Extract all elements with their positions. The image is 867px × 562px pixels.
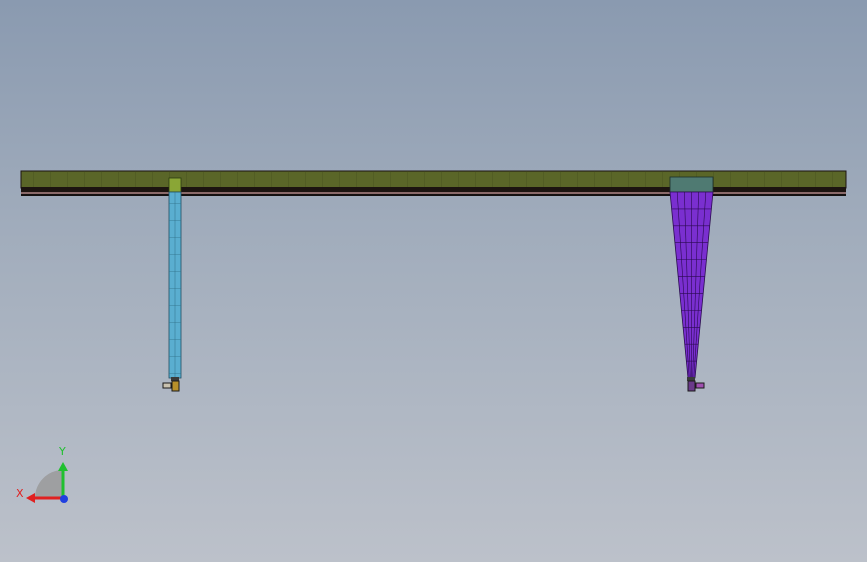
triad-y-label: Y bbox=[58, 445, 66, 458]
triad-x-arrow bbox=[26, 493, 35, 503]
girder-rail-edge bbox=[21, 194, 846, 196]
model-scene[interactable]: X Y bbox=[0, 0, 867, 562]
rigid-leg[interactable] bbox=[162, 177, 182, 392]
triad-plane-quadrant bbox=[35, 470, 63, 498]
flexible-leg-foot bbox=[687, 377, 705, 392]
main-girder[interactable] bbox=[20, 170, 847, 196]
flexible-leg[interactable] bbox=[669, 176, 714, 392]
rigid-leg-foot bbox=[162, 377, 180, 392]
triad-z-axis bbox=[60, 495, 68, 503]
triad-y-arrow bbox=[58, 462, 68, 471]
graphics-viewport[interactable]: X Y bbox=[0, 0, 867, 562]
girder-rail bbox=[21, 192, 846, 194]
girder-bottom-flange bbox=[21, 187, 846, 192]
flexible-leg-cap bbox=[669, 176, 714, 193]
coordinate-triad: X Y bbox=[16, 445, 68, 503]
triad-x-label: X bbox=[16, 487, 24, 500]
girder-grid bbox=[21, 171, 846, 188]
rigid-leg-cap bbox=[168, 177, 182, 193]
